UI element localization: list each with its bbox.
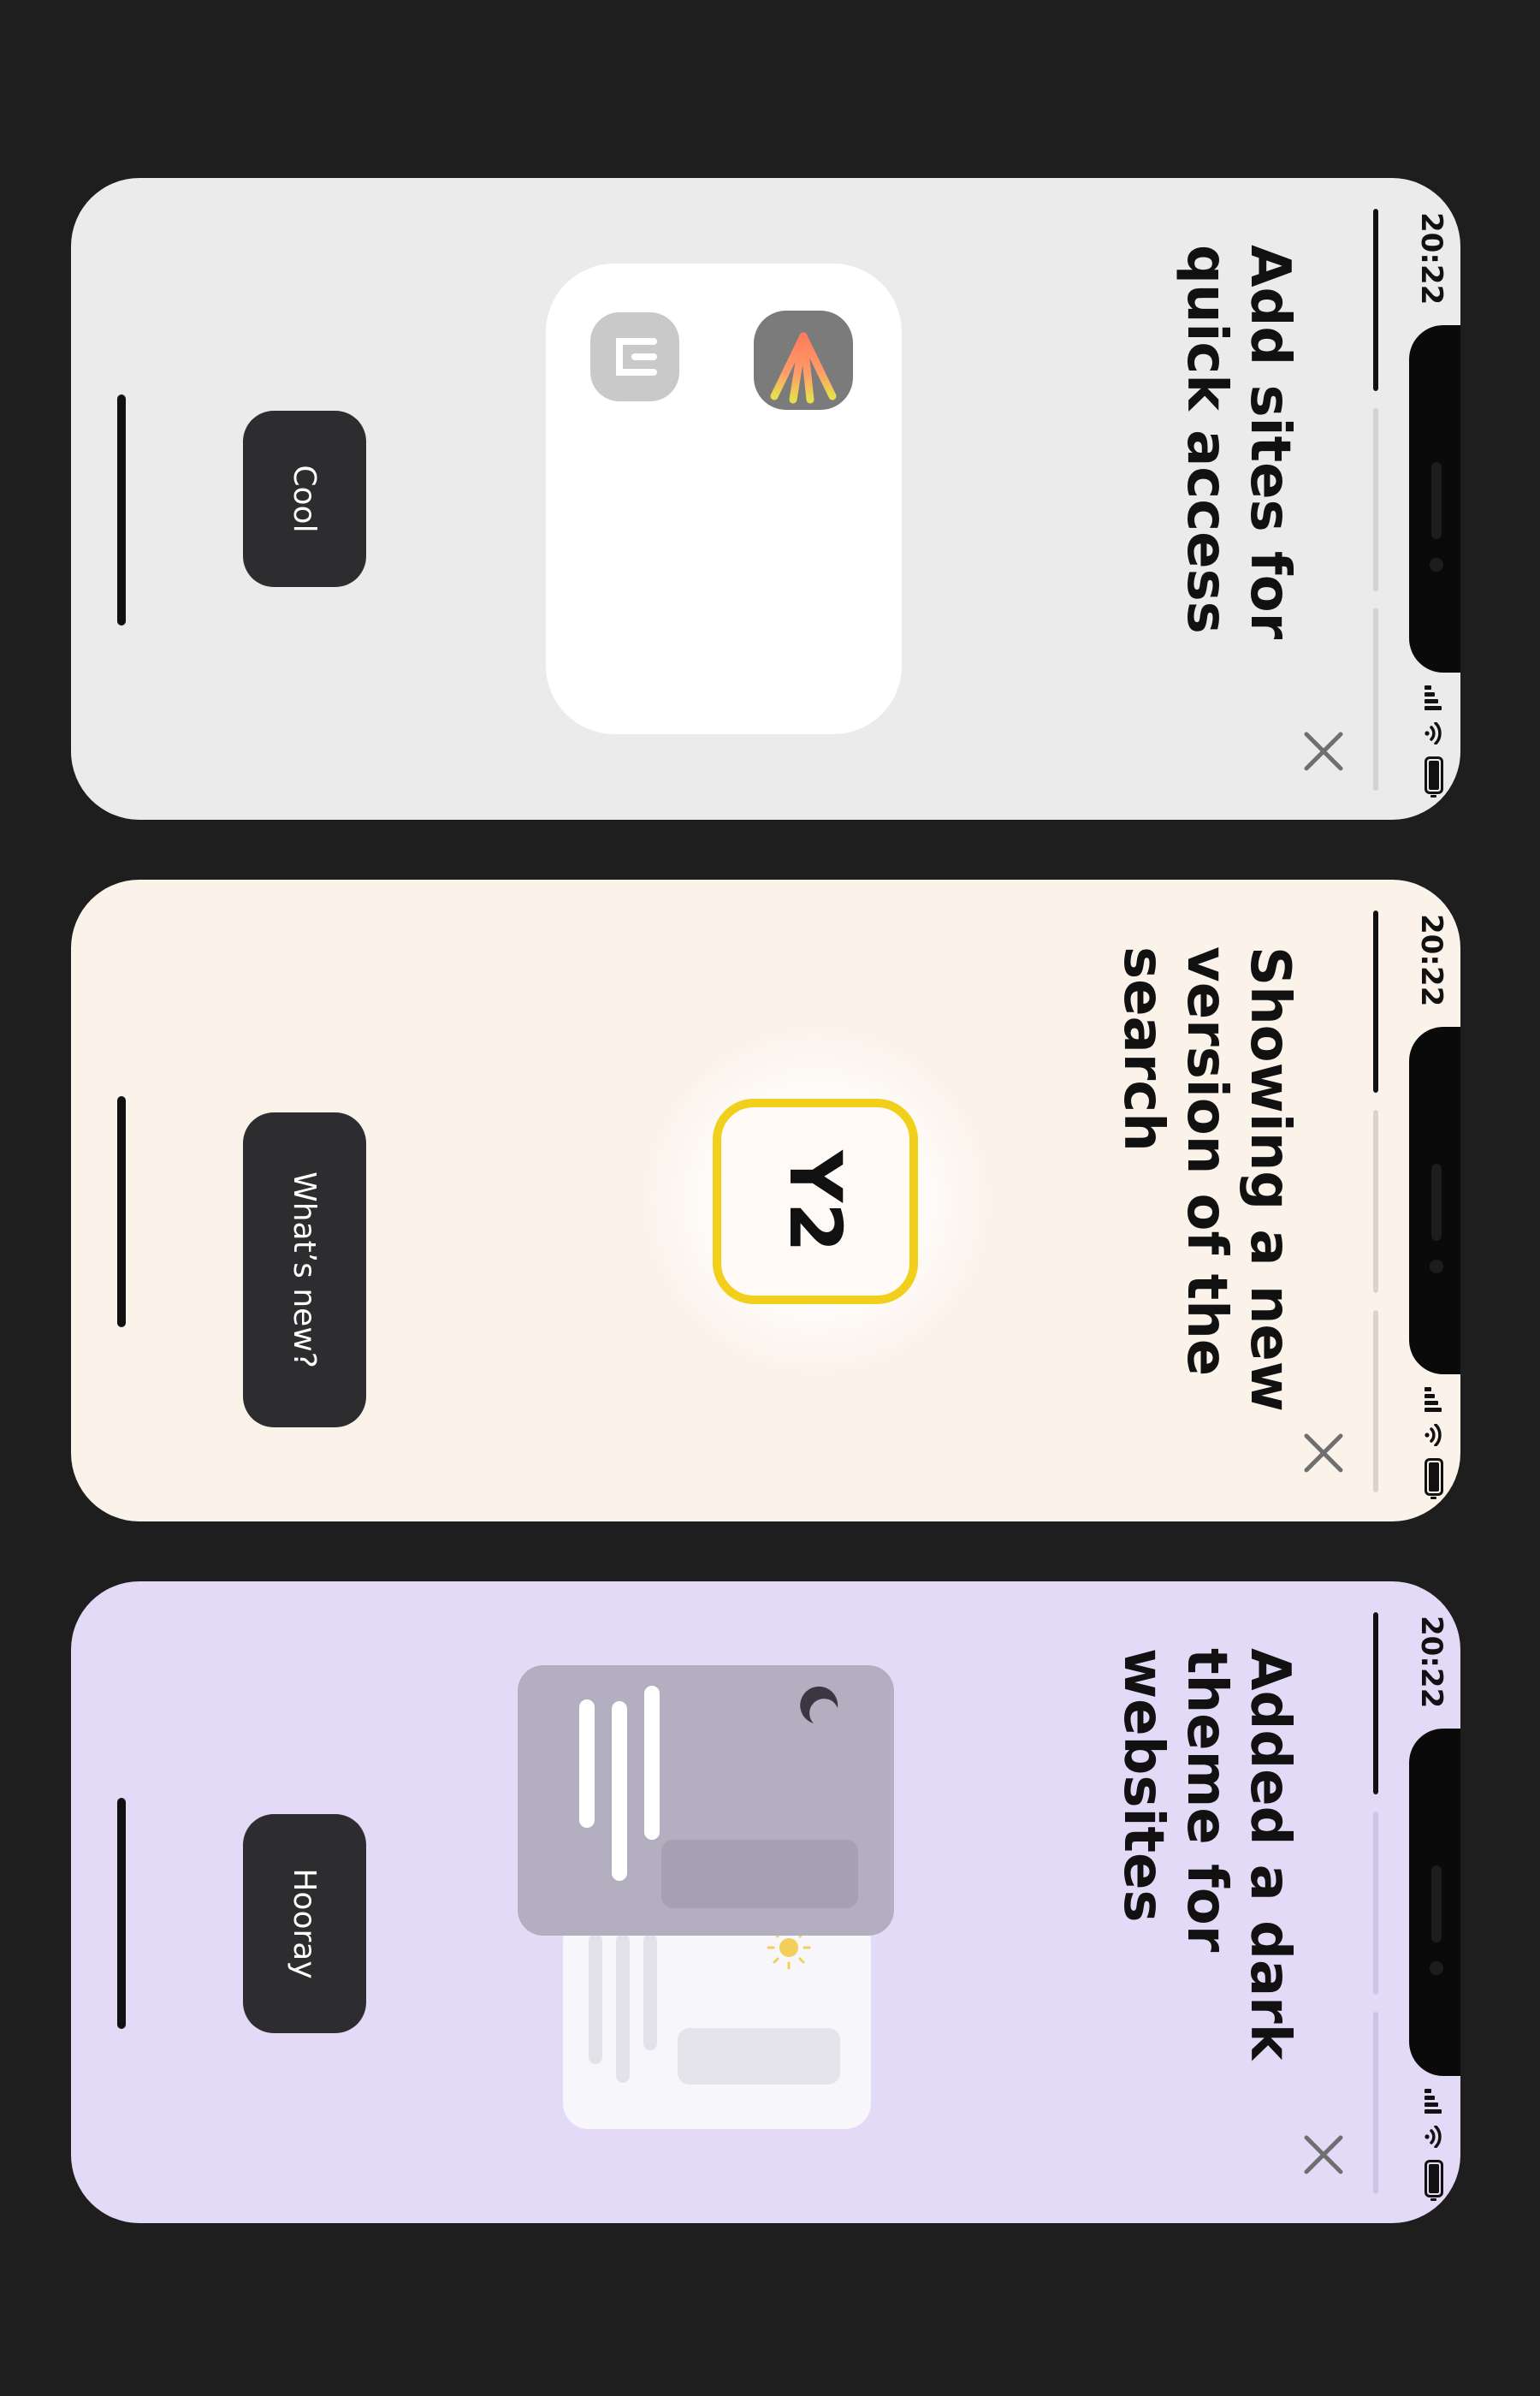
story-progress-segment <box>1373 1812 1378 1995</box>
moon-icon <box>800 1686 838 1723</box>
home-indicator <box>117 1798 126 2029</box>
light-card-line <box>616 1934 630 2083</box>
close-icon <box>1304 732 1343 771</box>
sunburst-icon <box>767 332 840 404</box>
story-progress <box>1373 209 1378 791</box>
close-icon <box>1304 1433 1343 1473</box>
light-card-line <box>589 1934 602 2064</box>
cellular-signal-icon <box>1424 685 1442 710</box>
dark-card-line <box>579 1699 595 1828</box>
status-time: 20:22 <box>1414 1616 1448 1709</box>
cellular-signal-icon <box>1424 2089 1442 2114</box>
whats-new-button[interactable]: What’s new? <box>243 1112 366 1427</box>
battery-icon <box>1424 2160 1443 2197</box>
status-time: 20:22 <box>1414 212 1448 305</box>
story-progress <box>1373 1612 1378 2194</box>
dark-card-line <box>644 1686 660 1840</box>
quick-access-illustration <box>546 264 902 734</box>
story-progress-segment <box>1373 1110 1378 1293</box>
device-notch <box>1409 1027 1460 1374</box>
story-title: Add sites for quick access <box>1175 245 1301 640</box>
story-title: Showing a new version of the search <box>1111 946 1301 1412</box>
bracket-icon <box>616 338 657 376</box>
close-button[interactable] <box>1298 726 1349 777</box>
status-time: 20:22 <box>1414 914 1448 1007</box>
site-tile-bracket <box>590 312 679 401</box>
light-card-block <box>678 2028 840 2085</box>
cellular-signal-icon <box>1424 1387 1442 1412</box>
hooray-button[interactable]: Hooray <box>243 1814 366 2033</box>
search-logo-text: Y2 <box>773 1150 857 1253</box>
status-icons <box>1424 1387 1443 1496</box>
story-card-new-search: 20:22 Showing a new version of the searc… <box>71 880 1460 1521</box>
close-button[interactable] <box>1298 2129 1349 2180</box>
search-logo: Y2 <box>713 1099 918 1304</box>
light-card-line <box>643 1934 657 2050</box>
story-card-quick-access: 20:22 Add sites for quick access Cool <box>71 178 1460 820</box>
close-button[interactable] <box>1298 1427 1349 1479</box>
story-progress-segment <box>1373 1612 1378 1795</box>
story-progress-segment <box>1373 2011 1378 2194</box>
story-progress-segment <box>1373 209 1378 392</box>
story-progress-segment <box>1373 1309 1378 1492</box>
site-tile-sunburst <box>754 311 853 410</box>
wifi-icon <box>1424 722 1442 744</box>
cool-button[interactable]: Cool <box>243 411 366 587</box>
device-notch <box>1409 325 1460 673</box>
story-progress-segment <box>1373 910 1378 1094</box>
wifi-icon <box>1424 2126 1442 2148</box>
story-progress-segment <box>1373 408 1378 591</box>
story-card-dark-theme: 20:22 Added a dark theme for websites Ho… <box>71 1581 1460 2223</box>
story-title: Added a dark theme for websites <box>1111 1648 1301 2061</box>
battery-icon <box>1424 1458 1443 1496</box>
story-progress <box>1373 910 1378 1492</box>
dark-card-block <box>661 1840 858 1908</box>
home-indicator <box>117 1096 126 1327</box>
story-progress-segment <box>1373 608 1378 791</box>
dark-card-line <box>612 1701 627 1881</box>
close-icon <box>1304 2135 1343 2174</box>
status-icons <box>1424 2089 1443 2197</box>
light-theme-card <box>563 1915 871 2129</box>
home-indicator <box>117 394 126 626</box>
wifi-icon <box>1424 1424 1442 1446</box>
battery-icon <box>1424 756 1443 794</box>
device-notch <box>1409 1729 1460 2076</box>
status-icons <box>1424 685 1443 794</box>
dark-theme-card <box>518 1665 894 1936</box>
